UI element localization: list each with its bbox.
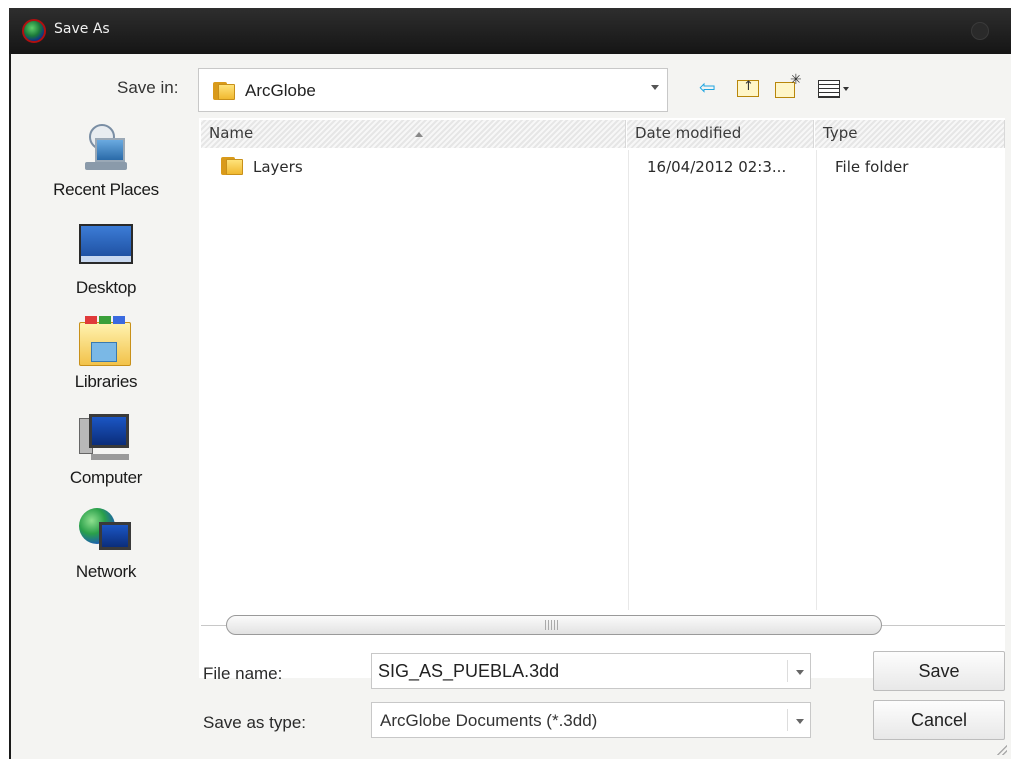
- column-header-label: Name: [209, 124, 254, 142]
- computer-icon: [77, 412, 135, 464]
- file-name-cell: Layers: [253, 158, 303, 176]
- file-name-label: File name:: [203, 664, 282, 684]
- save-as-type-value: ArcGlobe Documents (*.3dd): [380, 711, 598, 730]
- save-as-dialog: Save in: ArcGlobe ⇦ ✳ Recent Places Desk…: [9, 54, 1011, 759]
- place-label: Recent Places: [53, 180, 159, 199]
- up-one-level-icon[interactable]: [737, 77, 761, 101]
- list-item[interactable]: Layers 16/04/2012 02:3... File folder: [201, 154, 1005, 180]
- folder-icon: [213, 82, 235, 100]
- close-button[interactable]: [971, 22, 989, 40]
- type-cell: File folder: [835, 158, 909, 176]
- arcglobe-globe-icon: [22, 19, 46, 43]
- place-network[interactable]: Network: [31, 506, 181, 582]
- file-list[interactable]: Name Date modified Type Layers 16/04/201…: [199, 118, 1005, 678]
- file-name-input[interactable]: [378, 658, 778, 684]
- sort-ascending-icon: [415, 132, 423, 137]
- horizontal-scrollbar-thumb[interactable]: [226, 615, 882, 635]
- column-divider: [816, 150, 817, 610]
- date-modified-cell: 16/04/2012 02:3...: [647, 158, 787, 176]
- title-bar: Save As: [9, 8, 1011, 54]
- chevron-down-icon: [651, 85, 659, 90]
- places-bar: Recent Places Desktop Libraries Computer: [31, 124, 181, 604]
- place-recent-places[interactable]: Recent Places: [31, 124, 181, 200]
- desktop-icon: [77, 222, 135, 274]
- new-folder-icon[interactable]: ✳: [775, 72, 802, 101]
- place-label: Network: [75, 562, 137, 581]
- column-header-type[interactable]: Type: [815, 120, 1005, 148]
- place-libraries[interactable]: Libraries: [31, 316, 181, 392]
- scrollbar-grip-icon: [545, 620, 559, 630]
- back-arrow-icon[interactable]: ⇦: [699, 77, 723, 101]
- column-header-label: Date modified: [635, 124, 742, 142]
- dropdown-separator: [787, 660, 788, 682]
- network-icon: [77, 506, 135, 558]
- file-name-combo[interactable]: [371, 653, 811, 689]
- chevron-down-icon[interactable]: [796, 670, 804, 675]
- view-menu-icon[interactable]: [818, 77, 858, 101]
- place-label: Computer: [69, 468, 143, 487]
- column-header-date-modified[interactable]: Date modified: [627, 120, 814, 148]
- save-button[interactable]: Save: [873, 651, 1005, 691]
- save-in-dropdown[interactable]: ArcGlobe: [198, 68, 668, 112]
- dropdown-separator: [787, 709, 788, 731]
- save-as-type-dropdown[interactable]: ArcGlobe Documents (*.3dd): [371, 702, 811, 738]
- column-divider: [628, 150, 629, 610]
- column-header-label: Type: [823, 124, 858, 142]
- window-title: Save As: [54, 21, 110, 37]
- file-name-label-text: File name:: [203, 664, 283, 683]
- save-in-value: ArcGlobe: [245, 81, 316, 100]
- column-header-name[interactable]: Name: [201, 120, 626, 148]
- cancel-button[interactable]: Cancel: [873, 700, 1005, 740]
- libraries-icon: [77, 316, 135, 368]
- place-label: Desktop: [75, 278, 137, 297]
- recent-places-icon: [77, 124, 135, 176]
- place-computer[interactable]: Computer: [31, 412, 181, 488]
- save-as-type-label-text: Save as type:: [203, 713, 307, 732]
- chevron-down-icon[interactable]: [796, 719, 804, 724]
- scroll-track: [882, 625, 1005, 626]
- place-desktop[interactable]: Desktop: [31, 222, 181, 298]
- save-as-type-label: Save as type:: [203, 713, 306, 733]
- scroll-track: [201, 625, 226, 626]
- folder-icon: [221, 157, 243, 175]
- resize-grip-icon[interactable]: [997, 745, 1007, 755]
- place-label: Libraries: [74, 372, 138, 391]
- save-in-label: Save in:: [117, 78, 179, 97]
